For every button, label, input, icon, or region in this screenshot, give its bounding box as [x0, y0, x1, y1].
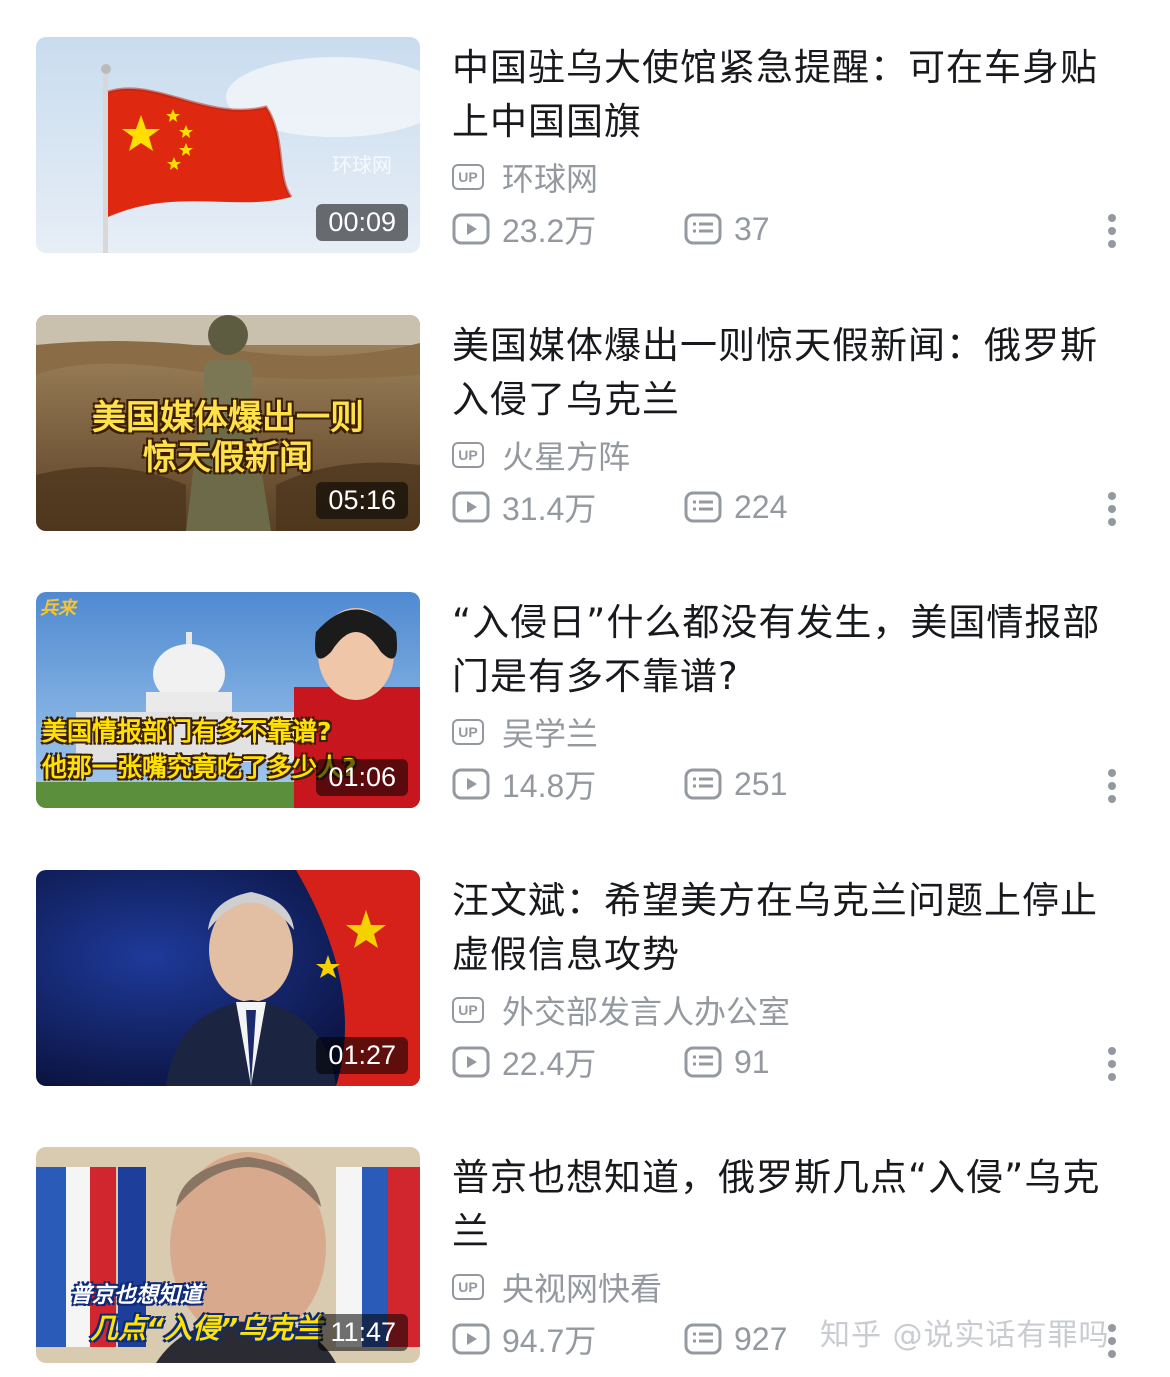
danmaku-count-icon: [684, 213, 722, 245]
danmaku-count-value: 927: [734, 1320, 788, 1357]
danmaku-count-value: 37: [734, 210, 770, 247]
uploader-name[interactable]: 外交部发言人办公室: [502, 987, 790, 1033]
page-watermark: 知乎 @说实话有罪吗: [820, 1318, 1110, 1353]
more-vertical-icon[interactable]: [1102, 1046, 1122, 1082]
up-badge-icon: UP: [452, 997, 484, 1023]
up-badge-icon: UP: [452, 1274, 484, 1300]
up-badge-icon: UP: [452, 719, 484, 745]
up-badge-icon: UP: [452, 164, 484, 190]
video-thumbnail[interactable]: 01:27: [36, 870, 420, 1086]
thumbnail-caption-line1: 美国情报部门有多不靠谱?: [42, 717, 332, 746]
uploader-row[interactable]: UP 火星方阵: [452, 432, 630, 478]
danmaku-count-icon: [684, 491, 722, 523]
uploader-row[interactable]: UP 吴学兰: [452, 709, 598, 755]
video-duration: 11:47: [318, 1314, 408, 1351]
uploader-name[interactable]: 吴学兰: [502, 709, 598, 755]
video-stats: 23.2万 37: [452, 209, 1122, 249]
video-item[interactable]: 美国媒体爆出一则 惊天假新闻 05:16 美国媒体爆出一则惊天假新闻：俄罗斯入侵…: [0, 315, 1170, 535]
view-count: 23.2万: [452, 209, 596, 249]
uploader-name[interactable]: 火星方阵: [502, 432, 630, 478]
play-count-icon: [452, 491, 490, 523]
play-count-icon: [452, 1323, 490, 1355]
danmaku-count: 37: [684, 209, 770, 249]
video-title[interactable]: “入侵日”什么都没有发生，美国情报部门是有多不靠谱?: [452, 596, 1132, 704]
video-thumbnail[interactable]: 美国媒体爆出一则 惊天假新闻 05:16: [36, 315, 420, 531]
video-thumbnail[interactable]: 兵来 美国情报部门有多不靠谱? 他那一张嘴究竟吃了多少人? 01:06: [36, 592, 420, 808]
video-thumbnail[interactable]: 普京也想知道 几点“入侵”乌克兰 11:47: [36, 1147, 420, 1363]
uploader-row[interactable]: UP 环球网: [452, 154, 598, 200]
danmaku-count: 224: [684, 487, 787, 527]
video-title[interactable]: 中国驻乌大使馆紧急提醒：可在车身贴上中国国旗: [452, 41, 1132, 149]
up-badge-icon: UP: [452, 442, 484, 468]
view-count-value: 31.4万: [502, 491, 597, 527]
more-vertical-icon[interactable]: [1102, 768, 1122, 804]
thumbnail-watermark: 环球网: [332, 153, 392, 177]
danmaku-count-value: 224: [734, 488, 788, 525]
video-item[interactable]: 环球网 00:09 中国驻乌大使馆紧急提醒：可在车身贴上中国国旗 UP 环球网 …: [0, 37, 1170, 257]
play-count-icon: [452, 1046, 490, 1078]
channel-logo: 兵来: [40, 598, 76, 619]
view-count-value: 14.8万: [502, 768, 597, 804]
view-count: 31.4万: [452, 487, 596, 527]
danmaku-count-value: 91: [734, 1043, 770, 1080]
view-count-value: 94.7万: [502, 1323, 597, 1359]
video-stats: 31.4万 224: [452, 487, 1122, 527]
video-title[interactable]: 汪文斌：希望美方在乌克兰问题上停止虚假信息攻势: [452, 874, 1132, 982]
danmaku-count: 91: [684, 1042, 770, 1082]
play-count-icon: [452, 213, 490, 245]
more-vertical-icon[interactable]: [1102, 491, 1122, 527]
danmaku-count-icon: [684, 1323, 722, 1355]
uploader-row[interactable]: UP 央视网快看: [452, 1264, 662, 1310]
view-count-value: 22.4万: [502, 1046, 597, 1082]
video-duration: 01:27: [316, 1037, 408, 1074]
video-title[interactable]: 普京也想知道，俄罗斯几点“入侵”乌克兰: [452, 1151, 1132, 1259]
more-vertical-icon[interactable]: [1102, 213, 1122, 249]
video-duration: 05:16: [316, 482, 408, 519]
play-count-icon: [452, 768, 490, 800]
uploader-name[interactable]: 环球网: [502, 154, 598, 200]
danmaku-count-value: 251: [734, 765, 788, 802]
danmaku-count: 251: [684, 764, 787, 804]
video-item[interactable]: 01:27 汪文斌：希望美方在乌克兰问题上停止虚假信息攻势 UP 外交部发言人办…: [0, 870, 1170, 1090]
video-stats: 14.8万 251: [452, 764, 1122, 804]
thumbnail-caption-line1: 普京也想知道: [70, 1283, 203, 1308]
view-count: 22.4万: [452, 1042, 596, 1082]
uploader-row[interactable]: UP 外交部发言人办公室: [452, 987, 790, 1033]
uploader-name[interactable]: 央视网快看: [502, 1264, 662, 1310]
danmaku-count: 927: [684, 1319, 787, 1359]
view-count: 14.8万: [452, 764, 596, 804]
video-duration: 01:06: [316, 759, 408, 796]
view-count-value: 23.2万: [502, 213, 597, 249]
video-title[interactable]: 美国媒体爆出一则惊天假新闻：俄罗斯入侵了乌克兰: [452, 319, 1132, 427]
view-count: 94.7万: [452, 1319, 596, 1359]
thumbnail-caption-line2: 惊天假新闻: [143, 438, 313, 478]
video-stats: 22.4万 91: [452, 1042, 1122, 1082]
danmaku-count-icon: [684, 768, 722, 800]
danmaku-count-icon: [684, 1046, 722, 1078]
video-thumbnail[interactable]: 环球网 00:09: [36, 37, 420, 253]
video-item[interactable]: 兵来 美国情报部门有多不靠谱? 他那一张嘴究竟吃了多少人? 01:06 “入侵日…: [0, 592, 1170, 812]
video-duration: 00:09: [316, 204, 408, 241]
